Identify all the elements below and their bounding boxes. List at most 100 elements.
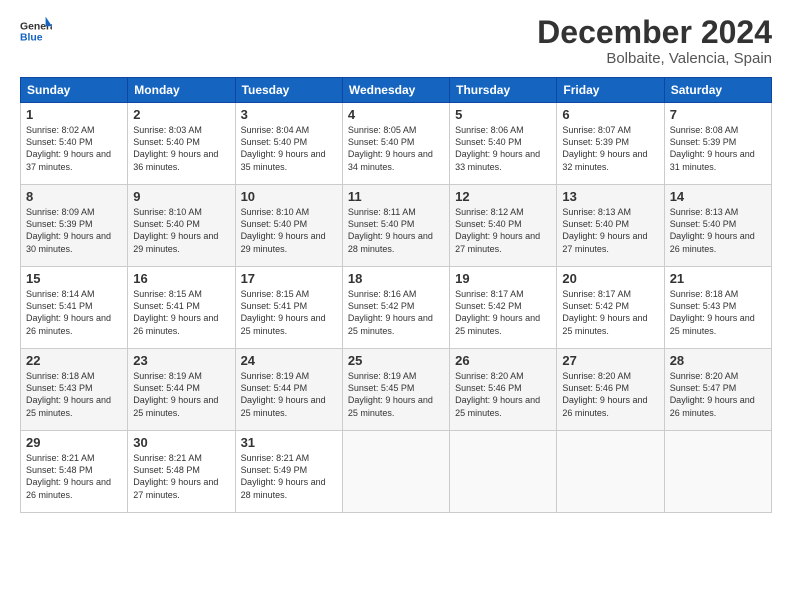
- day-number: 15: [26, 271, 122, 286]
- logo-icon: General Blue: [20, 15, 52, 47]
- day-info: Sunrise: 8:02 AM Sunset: 5:40 PM Dayligh…: [26, 124, 122, 173]
- day-info: Sunrise: 8:20 AM Sunset: 5:46 PM Dayligh…: [562, 370, 658, 419]
- day-number: 31: [241, 435, 337, 450]
- day-number: 25: [348, 353, 444, 368]
- calendar-week-row: 22 Sunrise: 8:18 AM Sunset: 5:43 PM Dayl…: [21, 349, 772, 431]
- day-number: 24: [241, 353, 337, 368]
- calendar-day-cell: 25 Sunrise: 8:19 AM Sunset: 5:45 PM Dayl…: [342, 349, 449, 431]
- calendar-day-cell: 4 Sunrise: 8:05 AM Sunset: 5:40 PM Dayli…: [342, 103, 449, 185]
- day-info: Sunrise: 8:10 AM Sunset: 5:40 PM Dayligh…: [133, 206, 229, 255]
- day-number: 11: [348, 189, 444, 204]
- day-info: Sunrise: 8:04 AM Sunset: 5:40 PM Dayligh…: [241, 124, 337, 173]
- col-header-monday: Monday: [128, 78, 235, 103]
- calendar-day-cell: 2 Sunrise: 8:03 AM Sunset: 5:40 PM Dayli…: [128, 103, 235, 185]
- calendar-day-cell: 30 Sunrise: 8:21 AM Sunset: 5:48 PM Dayl…: [128, 431, 235, 513]
- calendar-header-row: SundayMondayTuesdayWednesdayThursdayFrid…: [21, 78, 772, 103]
- calendar-week-row: 8 Sunrise: 8:09 AM Sunset: 5:39 PM Dayli…: [21, 185, 772, 267]
- month-title: December 2024: [537, 15, 772, 50]
- day-info: Sunrise: 8:20 AM Sunset: 5:47 PM Dayligh…: [670, 370, 766, 419]
- col-header-tuesday: Tuesday: [235, 78, 342, 103]
- day-number: 26: [455, 353, 551, 368]
- calendar-day-cell: 26 Sunrise: 8:20 AM Sunset: 5:46 PM Dayl…: [450, 349, 557, 431]
- calendar-day-cell: 7 Sunrise: 8:08 AM Sunset: 5:39 PM Dayli…: [664, 103, 771, 185]
- day-number: 10: [241, 189, 337, 204]
- day-number: 1: [26, 107, 122, 122]
- day-info: Sunrise: 8:09 AM Sunset: 5:39 PM Dayligh…: [26, 206, 122, 255]
- calendar-week-row: 15 Sunrise: 8:14 AM Sunset: 5:41 PM Dayl…: [21, 267, 772, 349]
- day-info: Sunrise: 8:19 AM Sunset: 5:44 PM Dayligh…: [133, 370, 229, 419]
- title-block: December 2024 Bolbaite, Valencia, Spain: [537, 15, 772, 67]
- calendar-day-cell: 29 Sunrise: 8:21 AM Sunset: 5:48 PM Dayl…: [21, 431, 128, 513]
- calendar-day-cell: [450, 431, 557, 513]
- calendar-day-cell: 15 Sunrise: 8:14 AM Sunset: 5:41 PM Dayl…: [21, 267, 128, 349]
- day-info: Sunrise: 8:21 AM Sunset: 5:48 PM Dayligh…: [133, 452, 229, 501]
- day-info: Sunrise: 8:20 AM Sunset: 5:46 PM Dayligh…: [455, 370, 551, 419]
- calendar-week-row: 1 Sunrise: 8:02 AM Sunset: 5:40 PM Dayli…: [21, 103, 772, 185]
- logo: General Blue: [20, 15, 52, 47]
- day-number: 27: [562, 353, 658, 368]
- calendar-day-cell: [342, 431, 449, 513]
- day-number: 20: [562, 271, 658, 286]
- day-number: 16: [133, 271, 229, 286]
- day-number: 8: [26, 189, 122, 204]
- day-info: Sunrise: 8:18 AM Sunset: 5:43 PM Dayligh…: [670, 288, 766, 337]
- day-number: 17: [241, 271, 337, 286]
- col-header-thursday: Thursday: [450, 78, 557, 103]
- day-number: 29: [26, 435, 122, 450]
- day-info: Sunrise: 8:16 AM Sunset: 5:42 PM Dayligh…: [348, 288, 444, 337]
- day-number: 7: [670, 107, 766, 122]
- day-info: Sunrise: 8:19 AM Sunset: 5:45 PM Dayligh…: [348, 370, 444, 419]
- day-number: 30: [133, 435, 229, 450]
- day-number: 6: [562, 107, 658, 122]
- day-number: 18: [348, 271, 444, 286]
- calendar-day-cell: 5 Sunrise: 8:06 AM Sunset: 5:40 PM Dayli…: [450, 103, 557, 185]
- day-info: Sunrise: 8:05 AM Sunset: 5:40 PM Dayligh…: [348, 124, 444, 173]
- day-info: Sunrise: 8:07 AM Sunset: 5:39 PM Dayligh…: [562, 124, 658, 173]
- svg-text:Blue: Blue: [20, 33, 43, 44]
- day-number: 13: [562, 189, 658, 204]
- calendar-day-cell: 9 Sunrise: 8:10 AM Sunset: 5:40 PM Dayli…: [128, 185, 235, 267]
- day-info: Sunrise: 8:10 AM Sunset: 5:40 PM Dayligh…: [241, 206, 337, 255]
- day-number: 9: [133, 189, 229, 204]
- calendar-day-cell: 17 Sunrise: 8:15 AM Sunset: 5:41 PM Dayl…: [235, 267, 342, 349]
- day-info: Sunrise: 8:13 AM Sunset: 5:40 PM Dayligh…: [562, 206, 658, 255]
- col-header-saturday: Saturday: [664, 78, 771, 103]
- location: Bolbaite, Valencia, Spain: [537, 50, 772, 67]
- calendar-day-cell: 31 Sunrise: 8:21 AM Sunset: 5:49 PM Dayl…: [235, 431, 342, 513]
- calendar-day-cell: 28 Sunrise: 8:20 AM Sunset: 5:47 PM Dayl…: [664, 349, 771, 431]
- calendar-day-cell: [664, 431, 771, 513]
- day-info: Sunrise: 8:08 AM Sunset: 5:39 PM Dayligh…: [670, 124, 766, 173]
- day-info: Sunrise: 8:03 AM Sunset: 5:40 PM Dayligh…: [133, 124, 229, 173]
- day-info: Sunrise: 8:12 AM Sunset: 5:40 PM Dayligh…: [455, 206, 551, 255]
- day-info: Sunrise: 8:19 AM Sunset: 5:44 PM Dayligh…: [241, 370, 337, 419]
- calendar-day-cell: 11 Sunrise: 8:11 AM Sunset: 5:40 PM Dayl…: [342, 185, 449, 267]
- calendar-day-cell: 24 Sunrise: 8:19 AM Sunset: 5:44 PM Dayl…: [235, 349, 342, 431]
- col-header-sunday: Sunday: [21, 78, 128, 103]
- day-info: Sunrise: 8:15 AM Sunset: 5:41 PM Dayligh…: [133, 288, 229, 337]
- day-info: Sunrise: 8:13 AM Sunset: 5:40 PM Dayligh…: [670, 206, 766, 255]
- day-info: Sunrise: 8:15 AM Sunset: 5:41 PM Dayligh…: [241, 288, 337, 337]
- day-number: 28: [670, 353, 766, 368]
- calendar-day-cell: [557, 431, 664, 513]
- day-number: 14: [670, 189, 766, 204]
- day-info: Sunrise: 8:11 AM Sunset: 5:40 PM Dayligh…: [348, 206, 444, 255]
- day-number: 21: [670, 271, 766, 286]
- col-header-friday: Friday: [557, 78, 664, 103]
- day-info: Sunrise: 8:21 AM Sunset: 5:49 PM Dayligh…: [241, 452, 337, 501]
- calendar-day-cell: 23 Sunrise: 8:19 AM Sunset: 5:44 PM Dayl…: [128, 349, 235, 431]
- calendar-day-cell: 16 Sunrise: 8:15 AM Sunset: 5:41 PM Dayl…: [128, 267, 235, 349]
- day-number: 3: [241, 107, 337, 122]
- day-number: 23: [133, 353, 229, 368]
- day-number: 19: [455, 271, 551, 286]
- calendar-day-cell: 20 Sunrise: 8:17 AM Sunset: 5:42 PM Dayl…: [557, 267, 664, 349]
- calendar-day-cell: 14 Sunrise: 8:13 AM Sunset: 5:40 PM Dayl…: [664, 185, 771, 267]
- day-number: 5: [455, 107, 551, 122]
- calendar-day-cell: 21 Sunrise: 8:18 AM Sunset: 5:43 PM Dayl…: [664, 267, 771, 349]
- calendar-day-cell: 22 Sunrise: 8:18 AM Sunset: 5:43 PM Dayl…: [21, 349, 128, 431]
- calendar-day-cell: 18 Sunrise: 8:16 AM Sunset: 5:42 PM Dayl…: [342, 267, 449, 349]
- day-number: 22: [26, 353, 122, 368]
- col-header-wednesday: Wednesday: [342, 78, 449, 103]
- day-number: 2: [133, 107, 229, 122]
- day-number: 4: [348, 107, 444, 122]
- calendar-day-cell: 8 Sunrise: 8:09 AM Sunset: 5:39 PM Dayli…: [21, 185, 128, 267]
